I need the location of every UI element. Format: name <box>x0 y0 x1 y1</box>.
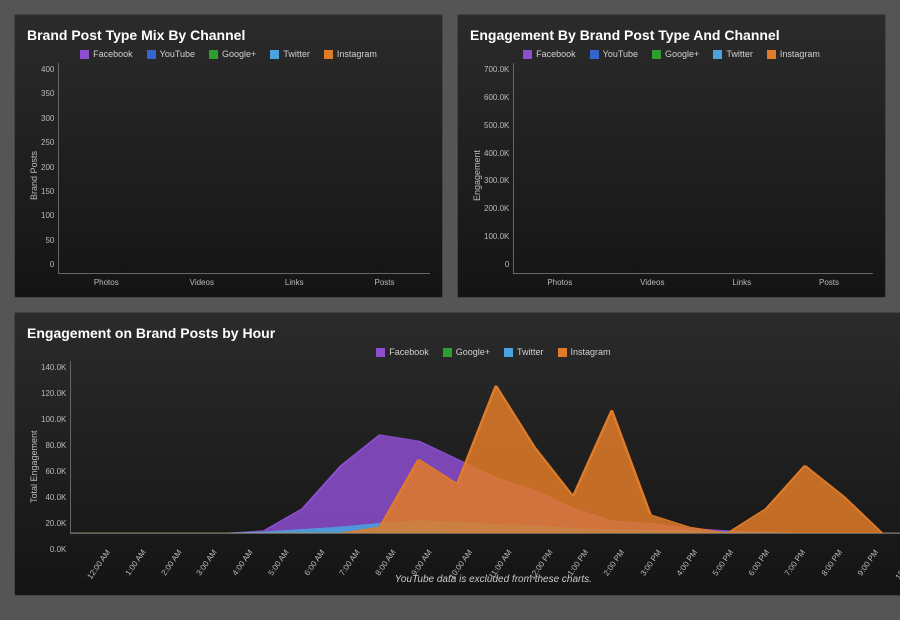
panel-mix-ylabel: Brand Posts <box>27 63 41 287</box>
panel-hour-title: Engagement on Brand Posts by Hour <box>27 325 900 341</box>
legend-label: Google+ <box>222 49 256 59</box>
swatch-icon <box>80 50 89 59</box>
panel-engtype-legend: Facebook YouTube Google+ Twitter Instagram <box>470 49 873 59</box>
swatch-icon <box>324 50 333 59</box>
swatch-icon <box>147 50 156 59</box>
swatch-icon <box>558 348 567 357</box>
panel-mix-chart: Brand Posts 400350300250200150100500 Pho… <box>27 63 430 287</box>
xaxis-label: Links <box>732 278 751 287</box>
swatch-icon <box>652 50 661 59</box>
panel-hour-xaxis: 12:00 AM1:00 AM2:00 AM3:00 AM4:00 AM5:00… <box>70 534 900 572</box>
panel-engtype-plot <box>513 63 873 274</box>
legend-label: Twitter <box>726 49 753 59</box>
area-chart <box>71 361 900 533</box>
legend-label: Facebook <box>389 347 429 357</box>
swatch-icon <box>504 348 513 357</box>
panel-mix-title: Brand Post Type Mix By Channel <box>27 27 430 43</box>
swatch-icon <box>590 50 599 59</box>
xaxis-label: Posts <box>375 278 395 287</box>
legend-item-twitter[interactable]: Twitter <box>713 49 753 59</box>
legend-item-instagram[interactable]: Instagram <box>324 49 377 59</box>
area-series-instagram[interactable] <box>71 386 900 533</box>
legend-item-youtube[interactable]: YouTube <box>147 49 195 59</box>
swatch-icon <box>523 50 532 59</box>
legend-label: YouTube <box>603 49 638 59</box>
xaxis-label: Photos <box>547 278 572 287</box>
panel-hour-ylabel: Total Engagement <box>27 361 41 572</box>
legend-item-googleplus[interactable]: Google+ <box>652 49 699 59</box>
swatch-icon <box>270 50 279 59</box>
panel-engtype-xaxis: Photos Videos Links Posts <box>513 274 873 287</box>
legend-item-twitter[interactable]: Twitter <box>270 49 310 59</box>
legend-item-twitter[interactable]: Twitter <box>504 347 544 357</box>
panel-engtype-yaxis: 700.0K600.0K500.0K400.0K300.0K200.0K100.… <box>484 63 513 287</box>
xaxis-label: Videos <box>190 278 214 287</box>
xaxis-label: Photos <box>94 278 119 287</box>
row-bottom: Engagement on Brand Posts by Hour Facebo… <box>14 312 886 596</box>
panel-mix-plot <box>58 63 430 274</box>
panel-engtype-ylabel: Engagement <box>470 63 484 287</box>
legend-label: Twitter <box>283 49 310 59</box>
panel-engtype-chart: Engagement 700.0K600.0K500.0K400.0K300.0… <box>470 63 873 287</box>
legend-label: Instagram <box>780 49 820 59</box>
legend-label: Instagram <box>571 347 611 357</box>
legend-item-googleplus[interactable]: Google+ <box>443 347 490 357</box>
xaxis-label: Videos <box>640 278 664 287</box>
legend-item-googleplus[interactable]: Google+ <box>209 49 256 59</box>
legend-item-facebook[interactable]: Facebook <box>523 49 576 59</box>
swatch-icon <box>209 50 218 59</box>
panel-mix-legend: Facebook YouTube Google+ Twitter Instagram <box>27 49 430 59</box>
legend-label: Google+ <box>456 347 490 357</box>
panel-mix: Brand Post Type Mix By Channel Facebook Y… <box>14 14 443 298</box>
panel-mix-xaxis: Photos Videos Links Posts <box>58 274 430 287</box>
swatch-icon <box>443 348 452 357</box>
panel-hour-chart: Total Engagement 140.0K120.0K100.0K80.0K… <box>27 361 900 572</box>
swatch-icon <box>376 348 385 357</box>
legend-item-facebook[interactable]: Facebook <box>376 347 429 357</box>
panel-engtype: Engagement By Brand Post Type And Channe… <box>457 14 886 298</box>
panel-hour-plot <box>70 361 900 534</box>
legend-label: Facebook <box>536 49 576 59</box>
swatch-icon <box>767 50 776 59</box>
panel-engtype-title: Engagement By Brand Post Type And Channe… <box>470 27 873 43</box>
swatch-icon <box>713 50 722 59</box>
row-top: Brand Post Type Mix By Channel Facebook Y… <box>14 14 886 298</box>
xaxis-label: Posts <box>819 278 839 287</box>
xaxis-label: Links <box>285 278 304 287</box>
panel-mix-yaxis: 400350300250200150100500 <box>41 63 58 287</box>
panel-hour-legend: Facebook Google+ Twitter Instagram <box>27 347 900 357</box>
legend-item-youtube[interactable]: YouTube <box>590 49 638 59</box>
legend-label: Google+ <box>665 49 699 59</box>
dashboard: Brand Post Type Mix By Channel Facebook Y… <box>0 0 900 620</box>
legend-label: Twitter <box>517 347 544 357</box>
legend-item-instagram[interactable]: Instagram <box>558 347 611 357</box>
legend-label: Instagram <box>337 49 377 59</box>
panel-hour-yaxis: 140.0K120.0K100.0K80.0K60.0K40.0K20.0K0.… <box>41 361 70 572</box>
legend-label: Facebook <box>93 49 133 59</box>
legend-item-instagram[interactable]: Instagram <box>767 49 820 59</box>
panel-hour: Engagement on Brand Posts by Hour Facebo… <box>14 312 900 596</box>
legend-label: YouTube <box>160 49 195 59</box>
legend-item-facebook[interactable]: Facebook <box>80 49 133 59</box>
